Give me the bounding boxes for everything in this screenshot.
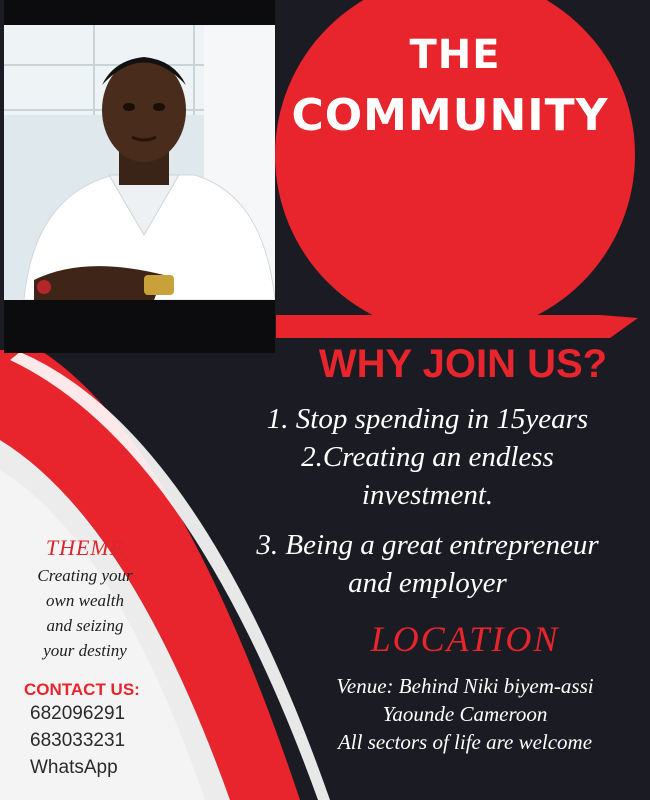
theme-section: THEME Creating your own wealth and seizi… xyxy=(15,535,155,663)
contact-section: CONTACT US: 682096291 683033231 WhatsApp xyxy=(24,680,184,781)
venue-details: Venue: Behind Niki biyem-assi Yaounde Ca… xyxy=(285,672,645,756)
speech-bubble-tail xyxy=(276,315,638,338)
location-heading: LOCATION xyxy=(370,619,560,659)
contact-phone: 682096291 xyxy=(30,703,126,724)
venue-line: Venue: Behind Niki biyem-assi xyxy=(336,674,594,698)
poster-title-the: THE xyxy=(409,32,501,78)
contact-phone: 683033231 xyxy=(30,730,126,751)
profile-photo xyxy=(4,0,275,353)
theme-line: your destiny xyxy=(43,641,127,660)
theme-heading: THEME xyxy=(45,535,125,560)
theme-line: Creating your xyxy=(37,566,133,585)
reason-line: 3. Being a great entrepreneur xyxy=(256,529,599,561)
reason-line: 1. Stop spending in 15years xyxy=(266,403,589,435)
reason-line: and employer xyxy=(348,567,507,599)
theme-line: and seizing xyxy=(46,616,124,635)
contact-whatsapp: WhatsApp xyxy=(30,757,118,778)
person-photo-illustration xyxy=(4,25,275,300)
poster-title-community: COMMUNITY xyxy=(291,90,609,141)
reason-line: investment. xyxy=(361,479,494,511)
reason-line: 2.Creating an endless xyxy=(301,441,554,473)
community-poster: THE COMMUNITY WHY JOIN US? 1. Stop spend… xyxy=(0,0,650,800)
why-join-heading: WHY JOIN US? xyxy=(318,342,608,386)
contact-heading: CONTACT US: xyxy=(24,680,140,699)
venue-line: Yaounde Cameroon xyxy=(382,702,548,726)
venue-line: All sectors of life are welcome xyxy=(337,730,593,754)
reasons-list: 1. Stop spending in 15years 2.Creating a… xyxy=(210,400,645,602)
theme-text: Creating your own wealth and seizing you… xyxy=(15,563,155,663)
theme-line: own wealth xyxy=(46,591,124,610)
